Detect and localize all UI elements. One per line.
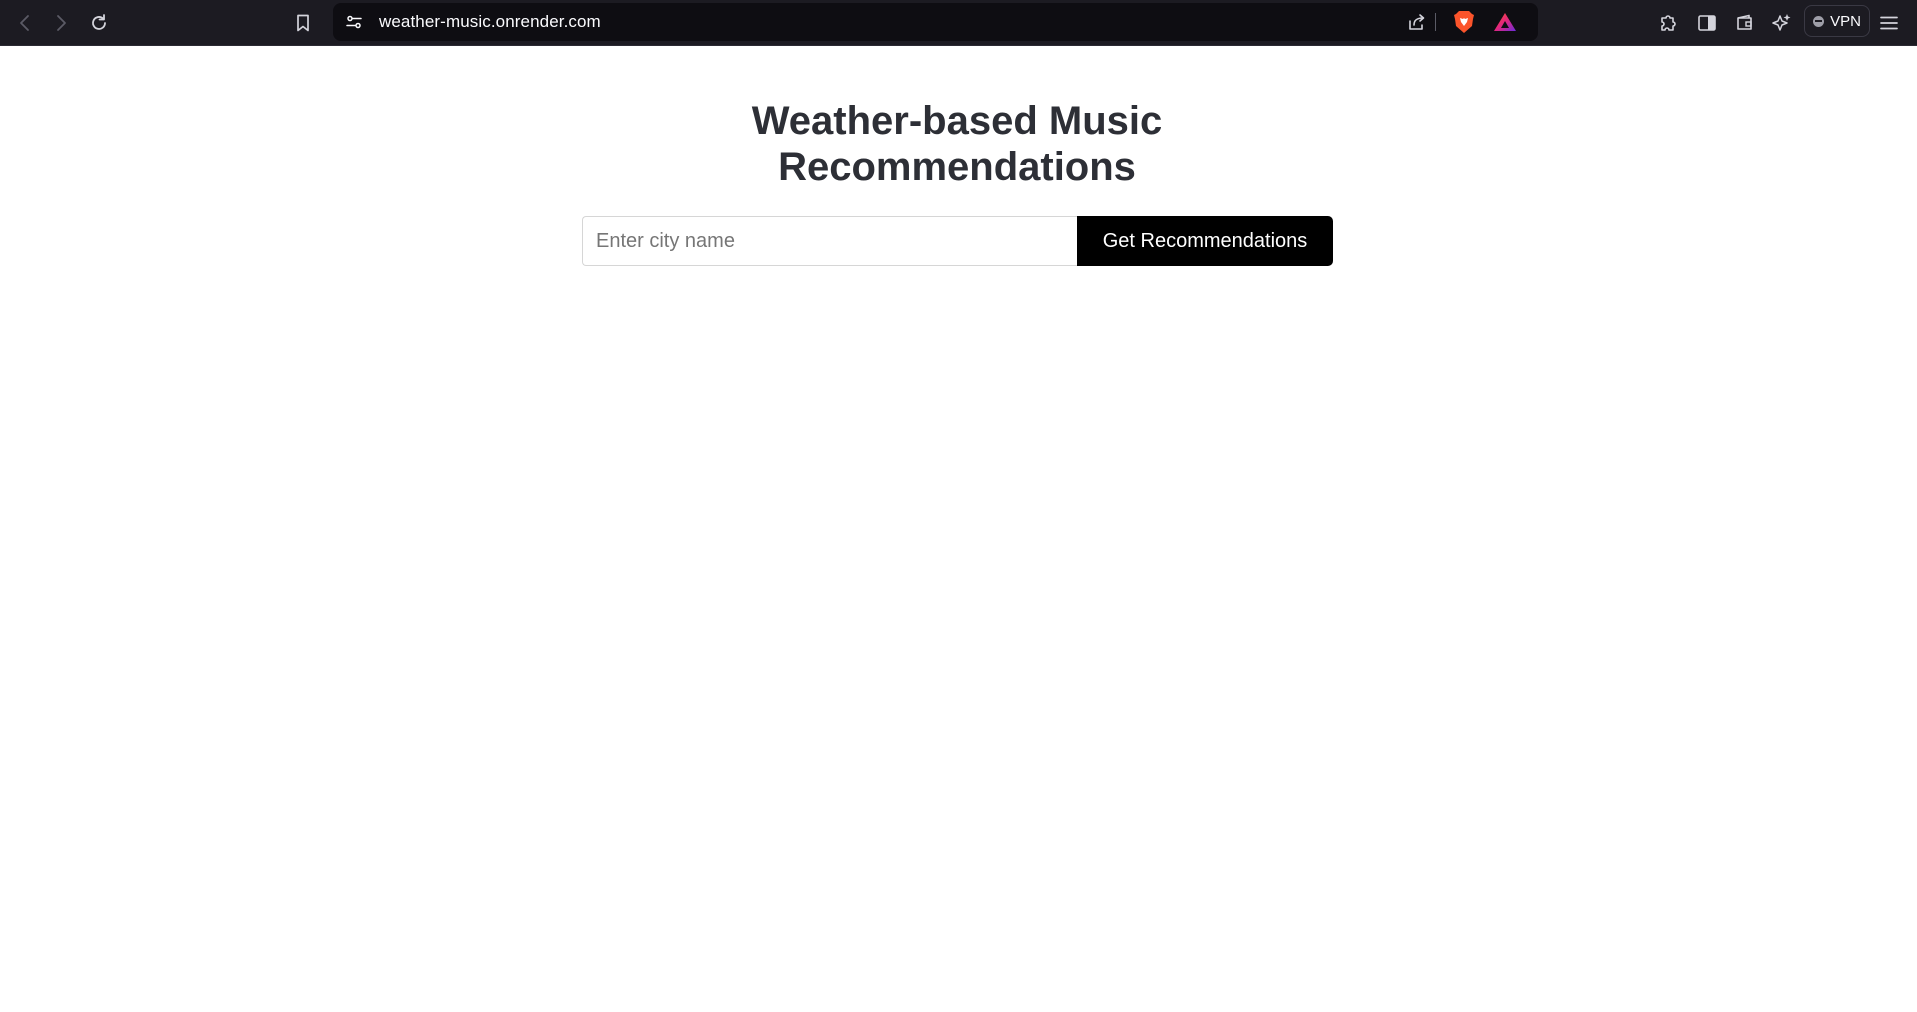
bookmark-button[interactable]	[289, 9, 317, 37]
sidebar-icon	[1698, 15, 1716, 31]
back-button[interactable]	[11, 9, 39, 37]
city-search-form: Get Recommendations	[582, 216, 1333, 266]
omnibox-separator	[1435, 13, 1436, 31]
reload-icon	[92, 14, 106, 30]
page-title: Weather-based Music Recommendations	[751, 99, 1163, 189]
reload-button[interactable]	[85, 9, 113, 37]
brave-shields-icon	[1454, 11, 1474, 33]
leo-ai-icon	[1772, 14, 1791, 31]
site-settings-button[interactable]	[340, 8, 368, 36]
bookmark-icon	[297, 14, 309, 32]
browser-toolbar: weather-music.onrender.com VPN	[0, 0, 1917, 46]
share-icon	[1409, 14, 1425, 30]
main-menu-button[interactable]	[1875, 9, 1903, 37]
vpn-label: VPN	[1830, 12, 1861, 30]
share-button[interactable]	[1403, 8, 1431, 36]
leo-ai-button[interactable]	[1768, 9, 1796, 37]
forward-arrow-icon	[57, 15, 66, 31]
get-recommendations-button[interactable]: Get Recommendations	[1077, 216, 1333, 266]
address-bar[interactable]: weather-music.onrender.com	[333, 3, 1538, 41]
brave-shields-button[interactable]	[1450, 8, 1478, 36]
back-arrow-icon	[20, 15, 29, 31]
page-content: Weather-based Music Recommendations Get …	[0, 46, 1917, 1012]
brave-rewards-button[interactable]	[1491, 8, 1519, 36]
hamburger-menu-icon	[1880, 16, 1898, 30]
wallet-button[interactable]	[1731, 9, 1759, 37]
forward-button[interactable]	[47, 9, 75, 37]
extensions-button[interactable]	[1655, 9, 1683, 37]
brave-rewards-icon	[1494, 13, 1516, 31]
vpn-status-icon	[1813, 15, 1825, 27]
site-settings-icon	[346, 15, 362, 29]
city-name-input[interactable]	[582, 216, 1077, 266]
extensions-icon	[1661, 15, 1676, 31]
wallet-icon	[1737, 14, 1752, 30]
vpn-button[interactable]: VPN	[1804, 5, 1870, 37]
url-text[interactable]: weather-music.onrender.com	[379, 3, 601, 41]
sidebar-button[interactable]	[1693, 9, 1721, 37]
